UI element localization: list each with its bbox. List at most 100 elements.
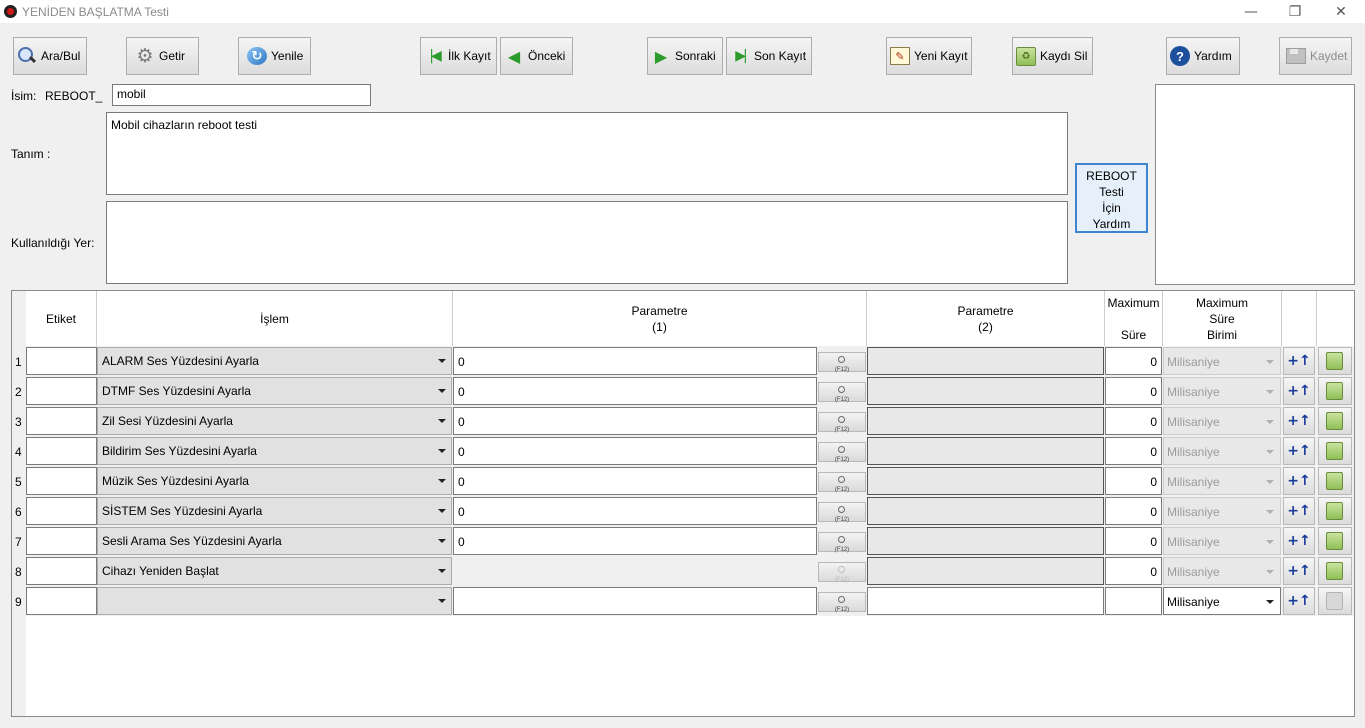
search-button[interactable]: Ara/Bul (13, 37, 87, 75)
param2-input[interactable] (867, 497, 1104, 525)
max-duration-input[interactable]: 0 (1105, 467, 1162, 495)
f12-lookup-button[interactable]: (F12) (818, 442, 866, 463)
f12-lookup-button[interactable]: (F12) (818, 352, 866, 373)
move-up-button[interactable]: +↑ (1283, 497, 1315, 525)
param1-input[interactable] (453, 587, 817, 615)
refresh-button[interactable]: ↻ Yenile (238, 37, 311, 75)
f12-lookup-button[interactable]: (F12) (818, 532, 866, 553)
f12-lookup-button[interactable]: (F12) (818, 382, 866, 403)
label-input[interactable] (26, 497, 97, 525)
operation-select[interactable]: Müzik Ses Yüzdesini Ayarla (97, 467, 452, 495)
label-input[interactable] (26, 527, 97, 555)
duration-unit-select[interactable]: Milisaniye (1163, 587, 1281, 615)
name-input[interactable]: mobil (112, 84, 371, 106)
param2-input[interactable] (867, 467, 1104, 495)
first-record-button[interactable]: |◀ İlk Kayıt (420, 37, 497, 75)
param1-input[interactable]: 0 (453, 527, 817, 555)
label-input[interactable] (26, 407, 97, 435)
last-record-button[interactable]: ▶| Son Kayıt (726, 37, 812, 75)
fetch-button[interactable]: ⚙ Getir (126, 37, 199, 75)
move-up-button[interactable]: +↑ (1283, 587, 1315, 615)
max-duration-input[interactable]: 0 (1105, 497, 1162, 525)
move-up-button[interactable]: +↑ (1283, 527, 1315, 555)
duration-unit-select[interactable]: Milisaniye (1163, 437, 1281, 465)
move-up-button[interactable]: +↑ (1283, 557, 1315, 585)
delete-row-button[interactable] (1318, 347, 1352, 375)
param2-input[interactable] (867, 407, 1104, 435)
duration-unit-select[interactable]: Milisaniye (1163, 527, 1281, 555)
label-input[interactable] (26, 347, 97, 375)
duration-unit-select[interactable]: Milisaniye (1163, 377, 1281, 405)
operation-select[interactable]: Zil Sesi Yüzdesini Ayarla (97, 407, 452, 435)
param2-input[interactable] (867, 557, 1104, 585)
label-input[interactable] (26, 437, 97, 465)
delete-row-button[interactable] (1318, 557, 1352, 585)
move-up-button[interactable]: +↑ (1283, 347, 1315, 375)
param1-input[interactable]: 0 (453, 347, 817, 375)
duration-unit-select[interactable]: Milisaniye (1163, 347, 1281, 375)
param2-input[interactable] (867, 527, 1104, 555)
operation-select[interactable] (97, 587, 452, 615)
delete-row-button[interactable] (1318, 437, 1352, 465)
maximize-button[interactable]: ❐ (1272, 2, 1318, 22)
minimize-button[interactable]: — (1228, 2, 1274, 22)
operation-select[interactable]: ALARM Ses Yüzdesini Ayarla (97, 347, 452, 375)
param2-input[interactable] (867, 347, 1104, 375)
operation-select[interactable]: Bildirim Ses Yüzdesini Ayarla (97, 437, 452, 465)
delete-row-button[interactable] (1318, 497, 1352, 525)
delete-row-button[interactable] (1318, 587, 1352, 615)
param1-input[interactable]: 0 (453, 377, 817, 405)
move-up-button[interactable]: +↑ (1283, 437, 1315, 465)
next-button[interactable]: ▶ Sonraki (647, 37, 723, 75)
duration-unit-select[interactable]: Milisaniye (1163, 467, 1281, 495)
delete-record-button[interactable]: ♻ Kaydı Sil (1012, 37, 1093, 75)
description-textarea[interactable]: Mobil cihazların reboot testi (106, 112, 1068, 195)
param1-input[interactable]: 0 (453, 497, 817, 525)
previous-button[interactable]: ◀ Önceki (500, 37, 573, 75)
close-button[interactable]: ✕ (1318, 2, 1364, 22)
max-duration-input[interactable]: 0 (1105, 347, 1162, 375)
param2-input[interactable] (867, 587, 1104, 615)
label-input[interactable] (26, 587, 97, 615)
max-duration-input[interactable]: 0 (1105, 527, 1162, 555)
param1-input[interactable]: 0 (453, 407, 817, 435)
save-button[interactable]: Kaydet (1279, 37, 1352, 75)
param1-input[interactable] (453, 557, 817, 585)
f12-lookup-button[interactable]: (F12) (818, 412, 866, 433)
max-duration-input[interactable]: 0 (1105, 377, 1162, 405)
max-duration-input[interactable]: 0 (1105, 557, 1162, 585)
max-duration-input[interactable]: 0 (1105, 407, 1162, 435)
name-label: İsim: (11, 89, 37, 103)
max-duration-input[interactable]: 0 (1105, 437, 1162, 465)
f12-lookup-button[interactable]: (F12) (818, 592, 866, 613)
move-up-button[interactable]: +↑ (1283, 467, 1315, 495)
new-record-button[interactable]: ✎ Yeni Kayıt (886, 37, 972, 75)
delete-row-button[interactable] (1318, 377, 1352, 405)
f12-lookup-button[interactable]: (F12) (818, 562, 866, 583)
param1-input[interactable]: 0 (453, 467, 817, 495)
label-input[interactable] (26, 557, 97, 585)
param2-input[interactable] (867, 437, 1104, 465)
label-input[interactable] (26, 467, 97, 495)
usage-textarea[interactable] (106, 201, 1068, 284)
duration-unit-select[interactable]: Milisaniye (1163, 557, 1281, 585)
f12-lookup-button[interactable]: (F12) (818, 472, 866, 493)
delete-row-button[interactable] (1318, 467, 1352, 495)
operation-select[interactable]: Sesli Arama Ses Yüzdesini Ayarla (97, 527, 452, 555)
max-duration-input[interactable] (1105, 587, 1162, 615)
move-up-button[interactable]: +↑ (1283, 407, 1315, 435)
delete-row-button[interactable] (1318, 527, 1352, 555)
operation-select[interactable]: DTMF Ses Yüzdesini Ayarla (97, 377, 452, 405)
duration-unit-select[interactable]: Milisaniye (1163, 407, 1281, 435)
operation-select[interactable]: Cihazı Yeniden Başlat (97, 557, 452, 585)
label-input[interactable] (26, 377, 97, 405)
param2-input[interactable] (867, 377, 1104, 405)
delete-row-button[interactable] (1318, 407, 1352, 435)
help-button[interactable]: ? Yardım (1166, 37, 1240, 75)
duration-unit-select[interactable]: Milisaniye (1163, 497, 1281, 525)
operation-select[interactable]: SİSTEM Ses Yüzdesini Ayarla (97, 497, 452, 525)
reboot-help-button[interactable]: REBOOT Testi İçin Yardım (1075, 163, 1148, 233)
move-up-button[interactable]: +↑ (1283, 377, 1315, 405)
f12-lookup-button[interactable]: (F12) (818, 502, 866, 523)
param1-input[interactable]: 0 (453, 437, 817, 465)
